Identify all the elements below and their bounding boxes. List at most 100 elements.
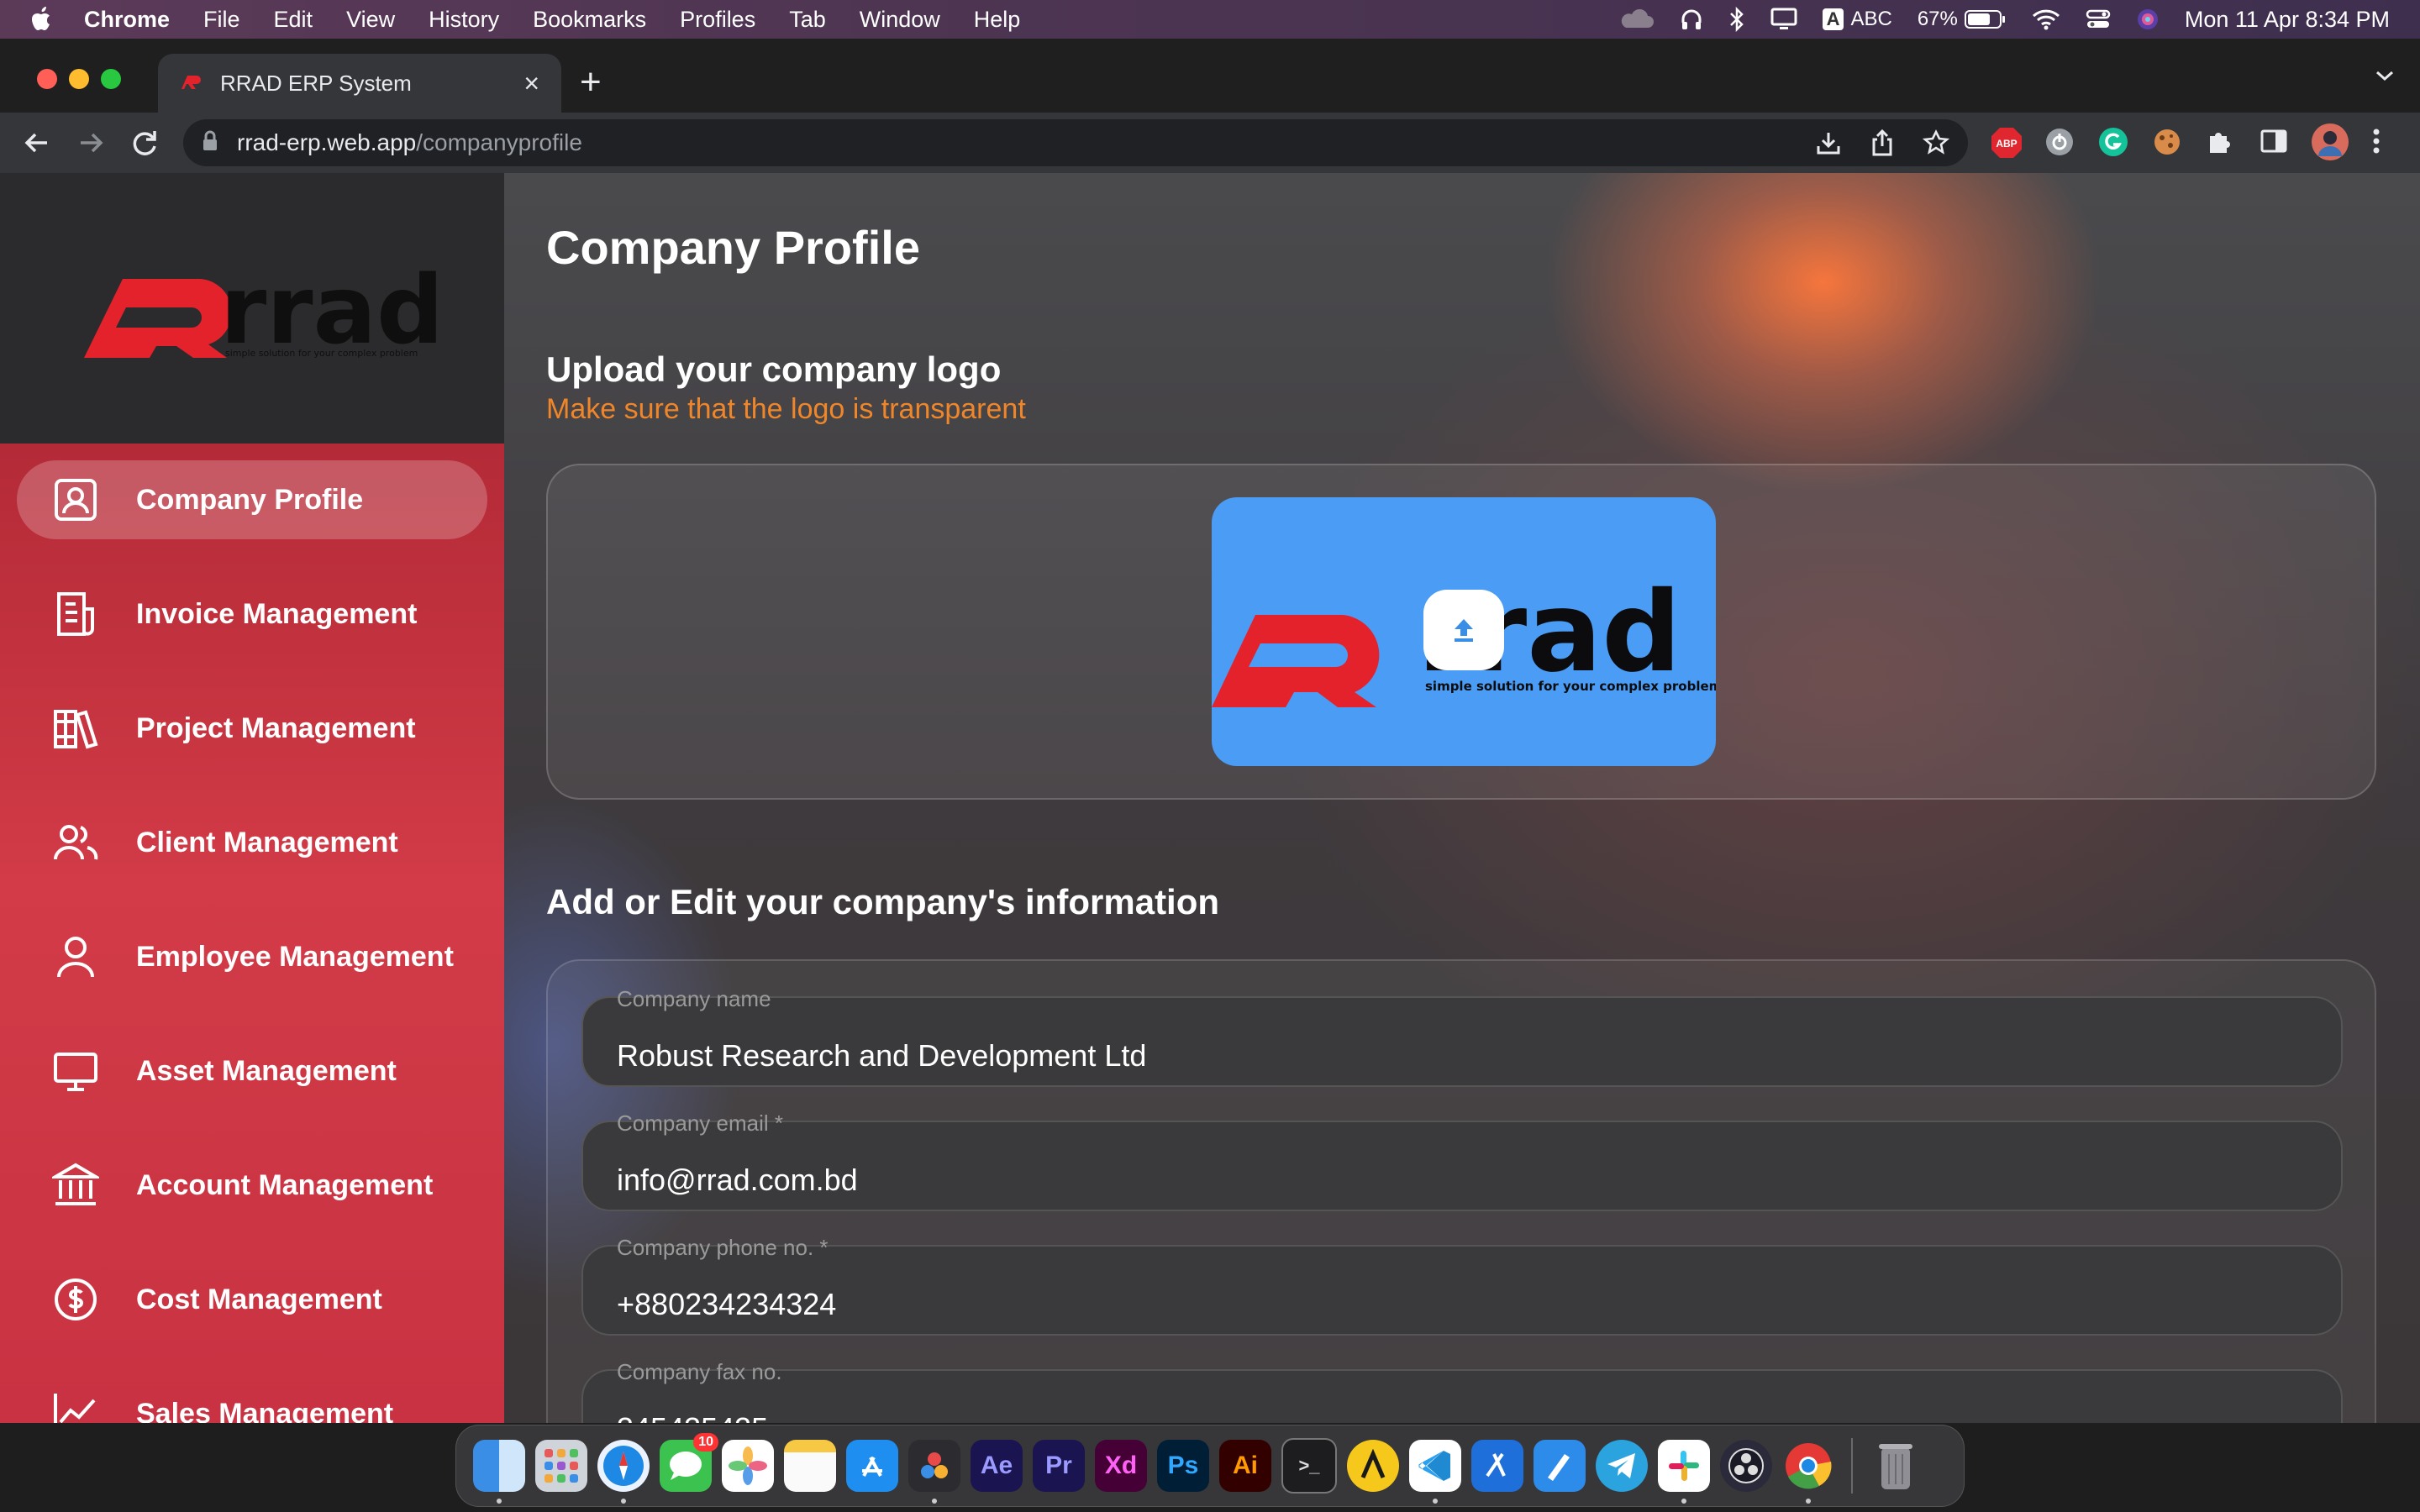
battery-status[interactable]: 67% <box>1918 8 2007 31</box>
display-icon[interactable] <box>1770 8 1797 31</box>
sidebar-item-employee-management[interactable]: Employee Management <box>17 917 487 996</box>
cloud-icon[interactable] <box>1618 9 1655 29</box>
xcode-dock-icon[interactable] <box>1471 1440 1523 1492</box>
chrome-menu-icon[interactable] <box>2371 126 2381 160</box>
dollar-circle-icon <box>50 1274 101 1325</box>
tab-close-icon[interactable]: × <box>523 68 539 99</box>
sidebar-item-cost-management[interactable]: Cost Management <box>17 1260 487 1339</box>
sidebar-item-sales-management[interactable]: Sales Management <box>17 1374 487 1423</box>
menu-help[interactable]: Help <box>974 7 1021 33</box>
sidebar-item-company-profile[interactable]: Company Profile <box>17 460 487 539</box>
chrome-dock-icon[interactable] <box>1782 1440 1834 1504</box>
sidebar-item-label: Account Management <box>136 1168 434 1201</box>
app-store-dock-icon[interactable] <box>846 1440 898 1492</box>
premiere-pro-dock-icon[interactable]: Pr <box>1033 1440 1085 1492</box>
bank-icon <box>50 1160 101 1210</box>
lock-icon[interactable] <box>202 130 218 156</box>
apple-icon[interactable] <box>30 7 55 32</box>
sidebar-item-invoice-management[interactable]: Invoice Management <box>17 575 487 654</box>
headphones-icon[interactable] <box>1680 8 1703 31</box>
reload-icon[interactable] <box>129 128 160 162</box>
finder-dock-icon[interactable] <box>473 1440 525 1504</box>
terminal-dock-icon[interactable]: >_ <box>1281 1438 1337 1494</box>
vscode-dock-icon[interactable] <box>1409 1440 1461 1504</box>
menu-file[interactable]: File <box>203 7 240 33</box>
close-window-button[interactable] <box>37 69 57 89</box>
side-panel-icon[interactable] <box>2259 126 2289 160</box>
sidebar-item-label: Client Management <box>136 826 398 858</box>
clock[interactable]: Mon 11 Apr 8:34 PM <box>2185 7 2390 33</box>
messages-dock-icon[interactable]: 10 <box>660 1433 718 1492</box>
company-email-input[interactable] <box>581 1121 2343 1211</box>
back-arrow-icon[interactable] <box>22 128 52 162</box>
menu-edit[interactable]: Edit <box>274 7 313 33</box>
sidebar-item-client-management[interactable]: Client Management <box>17 803 487 882</box>
input-source[interactable]: A ABC <box>1822 8 1892 31</box>
company-name-input[interactable] <box>581 996 2343 1087</box>
company-phone-input[interactable] <box>581 1245 2343 1336</box>
new-tab-button[interactable]: + <box>580 64 602 101</box>
davinci-resolve-dock-icon[interactable] <box>908 1440 960 1504</box>
control-center-icon[interactable] <box>2086 8 2111 30</box>
url-text[interactable]: rrad-erp.web.app/companyprofile <box>237 129 582 156</box>
upload-logo-button[interactable] <box>1423 590 1504 670</box>
company-phone-label: Company phone no. * <box>617 1235 829 1260</box>
sidebar-item-project-management[interactable]: Project Management <box>17 689 487 768</box>
safari-dock-icon[interactable] <box>597 1440 650 1504</box>
illustrator-dock-icon[interactable]: Ai <box>1219 1440 1271 1492</box>
profile-avatar[interactable] <box>2311 123 2349 165</box>
invoice-icon <box>50 589 101 639</box>
rrad-favicon-icon <box>180 72 202 95</box>
obs-dock-icon[interactable] <box>1720 1440 1772 1492</box>
browser-tab-active[interactable]: RRAD ERP System × <box>158 54 561 113</box>
forward-arrow-icon[interactable] <box>76 128 106 162</box>
tab-search-chevron-icon[interactable] <box>2375 69 2395 87</box>
grammarly-extension-icon[interactable] <box>2097 126 2129 162</box>
menu-app-name[interactable]: Chrome <box>84 7 170 33</box>
chart-line-icon <box>50 1389 101 1423</box>
company-info-form: Company name Company email * Company pho… <box>546 959 2376 1423</box>
photos-dock-icon[interactable] <box>722 1440 774 1492</box>
brand-logo[interactable]: rrad simple solution for your complex pr… <box>0 173 504 444</box>
company-name-field: Company name <box>581 986 2343 1087</box>
logo-preview[interactable]: rrad simple solution for your complex pr… <box>1212 497 1716 766</box>
share-icon[interactable] <box>1870 129 1894 160</box>
install-app-icon[interactable] <box>1815 129 1842 160</box>
extensions-puzzle-icon[interactable] <box>2205 126 2235 160</box>
minimize-window-button[interactable] <box>69 69 89 89</box>
launchpad-dock-icon[interactable] <box>535 1440 587 1492</box>
sidebar-item-asset-management[interactable]: Asset Management <box>17 1032 487 1110</box>
menu-profiles[interactable]: Profiles <box>680 7 755 33</box>
notes-dock-icon[interactable] <box>784 1440 836 1492</box>
wifi-icon[interactable] <box>2032 8 2060 30</box>
menu-tab[interactable]: Tab <box>789 7 826 33</box>
battery-icon <box>1964 10 2005 29</box>
bluetooth-icon[interactable] <box>1728 7 1745 32</box>
dock: 10 Ae Pr Xd Ps Ai >_ <box>455 1425 1965 1507</box>
after-effects-dock-icon[interactable]: Ae <box>971 1440 1023 1492</box>
xd-dock-icon[interactable]: Xd <box>1095 1440 1147 1492</box>
photoshop-dock-icon[interactable]: Ps <box>1157 1440 1209 1492</box>
cookie-extension-icon[interactable] <box>2151 126 2183 162</box>
zoom-window-button[interactable] <box>101 69 121 89</box>
browser-window: RRAD ERP System × + rrad-erp.web.app/com… <box>0 39 2420 1423</box>
instruments-dock-icon[interactable] <box>1534 1440 1586 1492</box>
web-page: rrad simple solution for your complex pr… <box>0 173 2420 1423</box>
sidebar-item-account-management[interactable]: Account Management <box>17 1146 487 1225</box>
svg-text:ABP: ABP <box>1996 138 2017 150</box>
menu-history[interactable]: History <box>429 7 499 33</box>
menu-window[interactable]: Window <box>860 7 940 33</box>
address-bar[interactable]: rrad-erp.web.app/companyprofile <box>183 119 1968 166</box>
bookmark-star-icon[interactable] <box>1922 129 1950 160</box>
telegram-dock-icon[interactable] <box>1596 1440 1648 1492</box>
adblock-extension-icon[interactable]: ABP <box>1990 126 2023 164</box>
power-extension-icon[interactable] <box>2044 126 2075 162</box>
siri-icon[interactable] <box>2136 8 2160 31</box>
sidebar-item-label: Sales Management <box>136 1397 394 1424</box>
aside-dock-icon[interactable] <box>1347 1440 1399 1492</box>
slack-dock-icon[interactable] <box>1658 1440 1710 1504</box>
trash-dock-icon[interactable] <box>1870 1440 1922 1492</box>
menu-view[interactable]: View <box>346 7 395 33</box>
company-fax-input[interactable] <box>581 1369 2343 1423</box>
menu-bookmarks[interactable]: Bookmarks <box>533 7 646 33</box>
